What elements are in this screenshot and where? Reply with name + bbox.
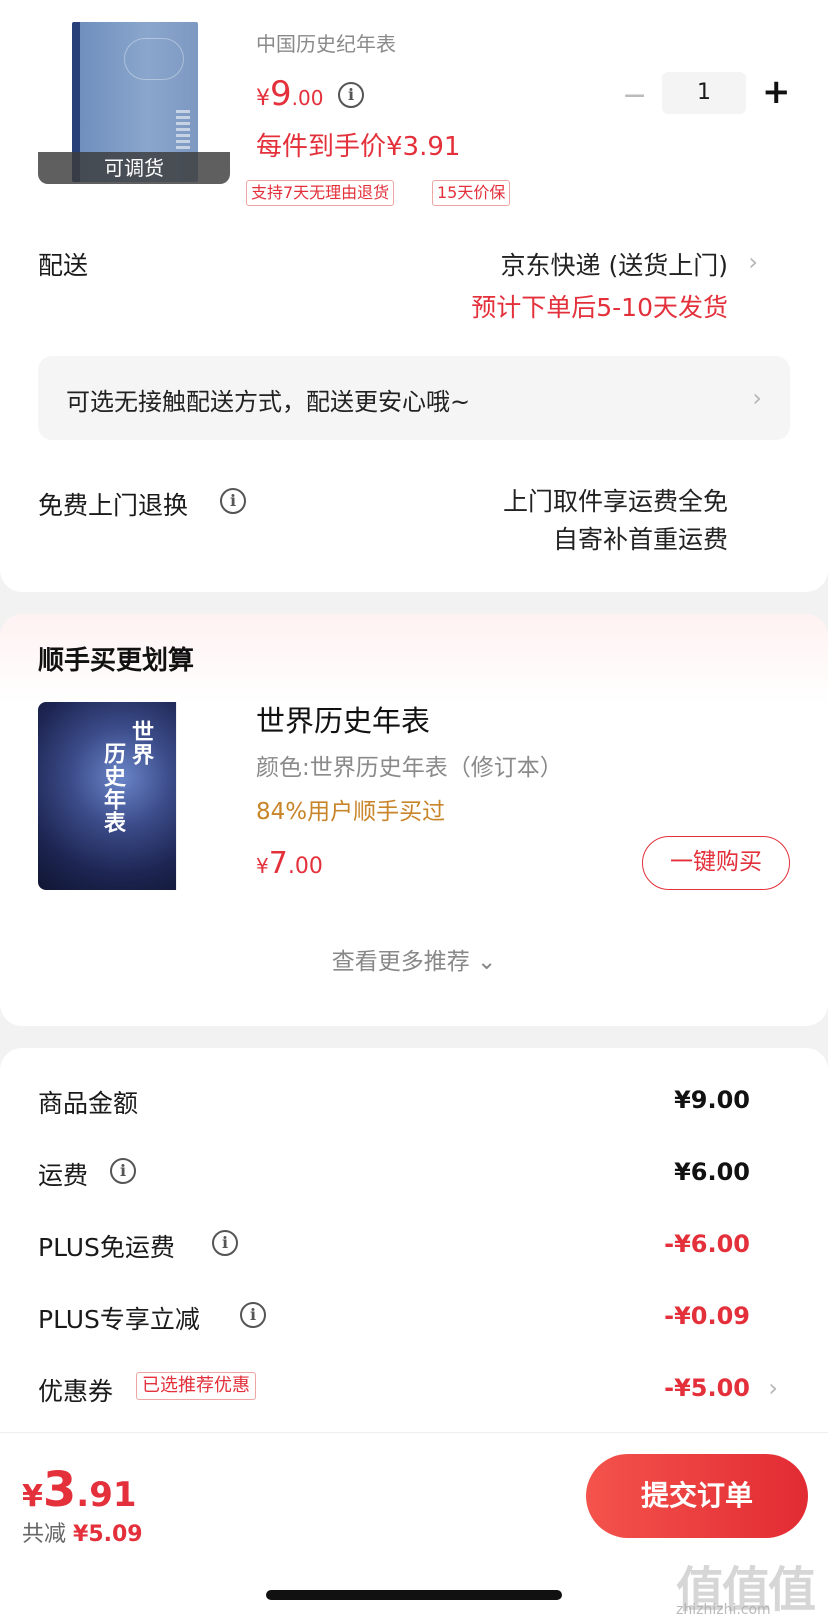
chevron-right-icon[interactable]: › <box>768 1374 778 1402</box>
chevron-right-icon[interactable]: › <box>748 248 758 276</box>
no-contact-delivery-option[interactable]: 可选无接触配送方式，配送更安心哦~ › <box>38 356 790 440</box>
price-protect-tag: 15天价保 <box>432 180 511 206</box>
one-click-buy-button[interactable]: 一键购买 <box>642 836 790 890</box>
recommend-item-popularity: 84%用户顺手买过 <box>256 799 446 825</box>
recommend-item-color: 颜色:世界历史年表（修订本） <box>256 755 563 781</box>
shipping-info-icon[interactable]: i <box>110 1158 136 1184</box>
delivery-label: 配送 <box>38 251 89 280</box>
plus-discount-label: PLUS专享立减 <box>38 1305 200 1334</box>
recommend-title: 顺手买更划算 <box>38 646 195 676</box>
total-saved: 共减 ¥5.09 <box>22 1522 143 1547</box>
stock-badge: 可调货 <box>38 152 230 184</box>
return-service-line2: 自寄补首重运费 <box>552 525 728 554</box>
plus-discount-info-icon[interactable]: i <box>240 1302 266 1328</box>
coupon-recommended-tag: 已选推荐优惠 <box>136 1372 256 1400</box>
shipping-value: ¥6.00 <box>674 1158 750 1186</box>
submit-order-button[interactable]: 提交订单 <box>586 1454 808 1538</box>
total-price: ¥3.91 <box>22 1462 137 1518</box>
return-service-label: 免费上门退换 <box>38 491 189 520</box>
plus-free-info-icon[interactable]: i <box>212 1230 238 1256</box>
recommend-cover-image[interactable]: 世界 历史年表 <box>38 702 226 890</box>
watermark-url: zhizhizhi.com <box>676 1602 771 1618</box>
shipping-label: 运费 <box>38 1161 89 1190</box>
price-info-icon[interactable]: i <box>338 82 364 108</box>
more-recommendations-link[interactable]: 查看更多推荐 ⌄ <box>0 942 828 976</box>
product-price: ¥9.00 <box>256 74 324 114</box>
goods-amount-label: 商品金额 <box>38 1089 139 1118</box>
coupon-value[interactable]: -¥5.00 <box>664 1374 750 1402</box>
cover-title-1: 世界 <box>128 720 153 766</box>
plus-discount-value: -¥0.09 <box>664 1302 750 1330</box>
no-contact-text: 可选无接触配送方式，配送更安心哦~ <box>66 388 471 416</box>
coupon-label: 优惠券 <box>38 1377 114 1406</box>
unit-price: 每件到手价¥3.91 <box>256 132 461 162</box>
return-service-line1: 上门取件享运费全免 <box>502 487 728 516</box>
plus-free-shipping-label: PLUS免运费 <box>38 1233 175 1262</box>
home-indicator[interactable] <box>266 1590 562 1600</box>
return-info-icon[interactable]: i <box>220 488 246 514</box>
quantity-increase-button[interactable]: + <box>762 72 791 112</box>
quantity-input[interactable]: 1 <box>662 72 746 114</box>
chevron-right-icon: › <box>752 384 762 412</box>
recommend-item-name[interactable]: 世界历史年表 <box>256 698 430 740</box>
return-policy-tag: 支持7天无理由退货 <box>246 180 395 206</box>
cover-title-2: 历史年表 <box>100 742 125 834</box>
product-name[interactable]: 中国历史纪年表 <box>256 28 396 57</box>
quantity-decrease-button[interactable]: − <box>622 78 647 113</box>
goods-amount-value: ¥9.00 <box>674 1086 750 1114</box>
recommend-item-price: ¥7.00 <box>256 846 323 881</box>
delivery-method[interactable]: 京东快递 (送货上门) <box>501 246 728 282</box>
delivery-estimate: 预计下单后5-10天发货 <box>471 293 728 322</box>
plus-free-shipping-value: -¥6.00 <box>664 1230 750 1258</box>
